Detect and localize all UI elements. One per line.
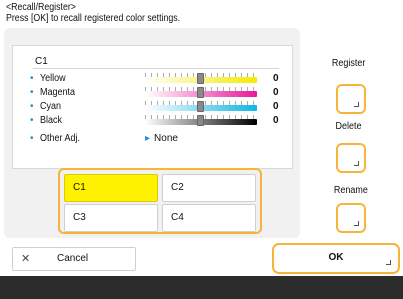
screen-instruction: Press [OK] to recall registered color se…	[6, 13, 181, 24]
delete-label: Delete	[335, 121, 362, 132]
color-row-magenta: • Magenta 0	[30, 86, 300, 99]
corner-indicator-icon	[386, 260, 391, 265]
slot-c3-button[interactable]: C3	[64, 204, 158, 232]
other-adjust-row: • Other Adj. ▸ None	[30, 132, 300, 145]
slider-knob	[197, 101, 204, 112]
ok-button[interactable]: OK	[272, 243, 400, 274]
color-row-value: 0	[273, 101, 279, 112]
rename-button[interactable]	[336, 203, 366, 233]
color-row-label: Cyan	[40, 101, 62, 112]
close-icon: ✕	[21, 253, 31, 265]
corner-indicator-icon	[354, 221, 359, 226]
rename-label: Rename	[333, 185, 368, 196]
bullet-icon: •	[30, 87, 34, 98]
arrow-right-icon: ▸	[145, 133, 151, 144]
other-adjust-label: Other Adj.	[40, 133, 81, 144]
slot-c1-button[interactable]: C1	[64, 174, 158, 202]
color-row-cyan: • Cyan 0	[30, 100, 300, 113]
color-row-value: 0	[273, 87, 279, 98]
color-row-label: Black	[40, 115, 63, 126]
magenta-slider	[145, 87, 257, 99]
bullet-icon: •	[30, 133, 34, 144]
register-button[interactable]	[336, 84, 366, 114]
slot-c4-button[interactable]: C4	[162, 204, 256, 232]
register-label: Register	[331, 58, 366, 69]
status-bar	[0, 276, 403, 299]
ok-label: OK	[328, 252, 344, 263]
bullet-icon: •	[30, 101, 34, 112]
slider-knob	[197, 87, 204, 98]
cancel-label: Cancel	[57, 253, 89, 264]
corner-indicator-icon	[354, 161, 359, 166]
preview-title: C1	[35, 56, 48, 67]
cyan-slider	[145, 101, 257, 113]
color-row-black: • Black 0	[30, 114, 300, 127]
preview-divider	[33, 68, 279, 69]
slider-knob	[197, 73, 204, 84]
color-row-yellow: • Yellow 0	[30, 72, 300, 85]
slider-knob	[197, 115, 204, 126]
color-row-value: 0	[273, 73, 279, 84]
screen-title: <Recall/Register>	[6, 2, 76, 13]
yellow-slider	[145, 73, 257, 85]
corner-indicator-icon	[354, 102, 359, 107]
cancel-button[interactable]: ✕ Cancel	[12, 247, 136, 271]
black-slider	[145, 115, 257, 127]
other-adjust-value: None	[154, 133, 178, 144]
color-row-label: Yellow	[40, 73, 66, 84]
delete-button[interactable]	[336, 143, 366, 173]
color-row-value: 0	[273, 115, 279, 126]
bullet-icon: •	[30, 73, 34, 84]
bullet-icon: •	[30, 115, 34, 126]
color-row-label: Magenta	[40, 87, 76, 98]
slot-c2-button[interactable]: C2	[162, 174, 256, 202]
